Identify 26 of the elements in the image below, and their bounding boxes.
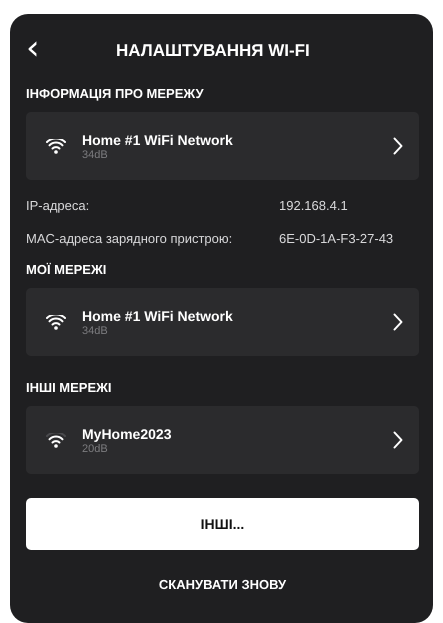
- other-button[interactable]: ІНШІ...: [26, 498, 419, 550]
- wifi-icon: [46, 138, 66, 154]
- network-name: MyHome2023: [82, 426, 172, 442]
- wifi-icon: [46, 314, 66, 330]
- chevron-right-icon: [393, 431, 403, 449]
- scan-again-button[interactable]: СКАНУВАТИ ЗНОВУ: [152, 576, 292, 593]
- page-title: НАЛАШТУВАННЯ WI-FI: [116, 41, 310, 61]
- network-name: Home #1 WiFi Network: [82, 132, 234, 148]
- detail-value: 192.168.4.1: [279, 198, 348, 213]
- section-heading: ІНШІ МЕРЕЖІ: [26, 380, 112, 395]
- section-heading: ІНФОРМАЦІЯ ПРО МЕРЕЖУ: [26, 86, 205, 101]
- wifi-icon: [46, 432, 66, 448]
- signal-strength: 34dB: [82, 324, 109, 336]
- signal-strength: 20dB: [82, 442, 109, 454]
- chevron-right-icon: [393, 313, 403, 331]
- network-name: Home #1 WiFi Network: [82, 308, 234, 324]
- detail-label: MAC-адреса зарядного пристрою:: [26, 231, 234, 246]
- section-heading: МОЇ МЕРЕЖІ: [26, 262, 108, 277]
- detail-label: IP-адреса:: [26, 198, 90, 213]
- signal-strength: 34dB: [82, 148, 109, 160]
- detail-value: 6E-0D-1A-F3-27-43: [279, 231, 394, 246]
- network-card[interactable]: Home #1 WiFi Network 34dB: [26, 288, 419, 356]
- back-button[interactable]: ‹: [26, 31, 66, 71]
- network-card[interactable]: Home #1 WiFi Network 34dB: [26, 112, 419, 180]
- chevron-right-icon: [393, 137, 403, 155]
- network-card[interactable]: MyHome2023 20dB: [26, 406, 419, 474]
